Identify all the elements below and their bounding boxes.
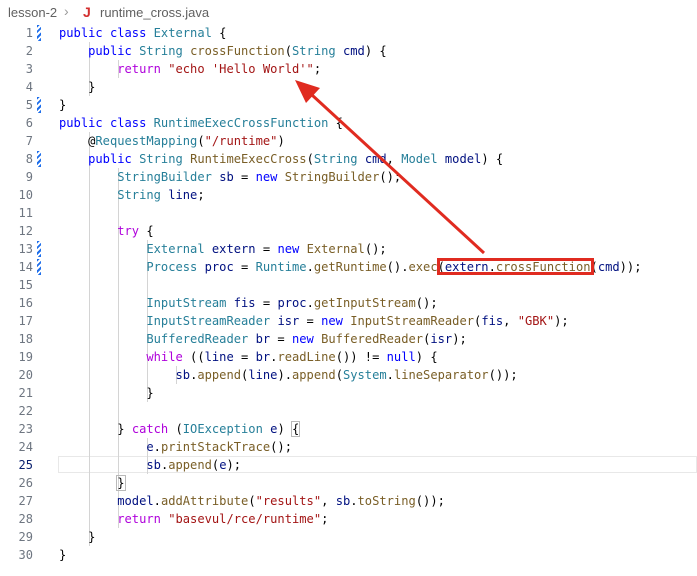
code-line[interactable]: 1 public class External { [0,24,697,42]
code-text: External extern = new External(); [146,242,387,256]
code-line[interactable]: 18 BufferedReader br = new BufferedReade… [0,330,697,348]
code-text: BufferedReader br = new BufferedReader(i… [146,332,467,346]
code-line[interactable]: 6 public class RuntimeExecCrossFunction { [0,114,697,132]
code-text: InputStreamReader isr = new InputStreamR… [146,314,569,328]
breadcrumb: lesson-2 › J runtime_cross.java [0,0,697,26]
code-line[interactable]: 13 External extern = new External(); [0,240,697,258]
code-text: InputStream fis = proc.getInputStream(); [146,296,438,310]
code-line[interactable]: 2 public String crossFunction(String cmd… [0,42,697,60]
line-number: 25 [18,458,33,472]
code-line[interactable]: 15 [0,276,697,294]
code-line[interactable]: 17 InputStreamReader isr = new InputStre… [0,312,697,330]
code-text: sb.append(line).append(System.lineSepara… [175,368,518,382]
code-line[interactable]: 29 } [0,528,697,546]
line-number: 1 [25,26,33,40]
line-number: 15 [18,278,33,292]
code-line[interactable]: 16 InputStream fis = proc.getInputStream… [0,294,697,312]
code-text: } [59,530,96,544]
code-line[interactable]: 23 } catch (IOException e) { [0,420,697,438]
code-text: return "echo 'Hello World'"; [117,62,322,76]
code-line[interactable]: 10 String line; [0,186,697,204]
code-text: return "basevul/rce/runtime"; [117,512,329,526]
code-text: e.printStackTrace(); [146,440,292,454]
code-line[interactable]: 12 try { [0,222,697,240]
code-text: try { [117,224,154,238]
code-line[interactable]: 28 return "basevul/rce/runtime"; [0,510,697,528]
code-line[interactable]: 4 } [0,78,697,96]
git-modified-marker[interactable] [37,25,41,41]
code-text: while ((line = br.readLine()) != null) { [146,350,438,364]
code-text: } [116,475,126,491]
line-number: 17 [18,314,33,328]
line-number: 26 [18,476,33,490]
code-text: } [59,80,96,94]
line-number: 13 [18,242,33,256]
red-highlight-box [437,258,594,275]
line-number: 23 [18,422,33,436]
code-text: } catch (IOException e) { [59,421,301,437]
code-line[interactable]: 25 sb.append(e); [0,456,697,474]
code-line[interactable]: 8 public String RuntimeExecCross(String … [0,150,697,168]
code-text: } [59,548,67,562]
line-number: 14 [18,260,33,274]
code-line[interactable]: 30} [0,546,697,564]
java-icon: J [83,4,91,20]
code-line[interactable]: 22 [0,402,697,420]
line-number: 21 [18,386,33,400]
code-line[interactable]: 21 } [0,384,697,402]
code-text: } [59,386,154,400]
code-line[interactable]: 11 [0,204,697,222]
code-line[interactable]: 5} [0,96,697,114]
line-number: 7 [25,134,33,148]
line-number: 22 [18,404,33,418]
code-editor[interactable]: 1 public class External { 2 public String … [0,24,697,576]
code-text: } [59,98,67,112]
line-number: 18 [18,332,33,346]
breadcrumb-folder[interactable]: lesson-2 [8,5,57,20]
breadcrumb-file[interactable]: runtime_cross.java [100,5,209,20]
line-number: 19 [18,350,33,364]
code-text: sb.append(e); [146,458,242,472]
line-number: 9 [25,170,33,184]
line-number: 6 [25,116,33,130]
code-line[interactable]: 3 return "echo 'Hello World'"; [0,60,697,78]
line-number: 24 [18,440,33,454]
code-line[interactable]: 24 e.printStackTrace(); [0,438,697,456]
code-text: StringBuilder sb = new StringBuilder(); [117,170,402,184]
code-text: model.addAttribute("results", sb.toStrin… [117,494,445,508]
line-number: 8 [25,152,33,166]
line-number: 20 [18,368,33,382]
git-modified-marker[interactable] [37,97,41,113]
git-modified-marker[interactable] [37,241,41,257]
line-number: 29 [18,530,33,544]
line-number: 10 [18,188,33,202]
code-line[interactable]: 19 while ((line = br.readLine()) != null… [0,348,697,366]
chevron-right-icon: › [64,3,69,19]
code-text: @RequestMapping("/runtime") [88,134,285,148]
git-modified-marker[interactable] [37,151,41,167]
code-text: public class External { [59,26,227,40]
code-text: public class RuntimeExecCrossFunction { [59,116,343,130]
line-number: 11 [18,206,33,220]
code-text: String line; [117,188,205,202]
code-text: public String RuntimeExecCross(String cm… [88,152,504,166]
line-number: 30 [18,548,33,562]
code-line[interactable]: 26 } [0,474,697,492]
code-line[interactable]: 20 sb.append(line).append(System.lineSep… [0,366,697,384]
line-number: 16 [18,296,33,310]
code-text: public String crossFunction(String cmd) … [88,44,387,58]
line-number: 2 [25,44,33,58]
line-number: 4 [25,80,33,94]
code-line[interactable]: 7 @RequestMapping("/runtime") [0,132,697,150]
line-number: 5 [25,98,33,112]
line-number: 12 [18,224,33,238]
line-number: 28 [18,512,33,526]
code-line[interactable]: 27 model.addAttribute("results", sb.toSt… [0,492,697,510]
line-number: 27 [18,494,33,508]
git-modified-marker[interactable] [37,259,41,275]
code-line[interactable]: 9 StringBuilder sb = new StringBuilder()… [0,168,697,186]
line-number: 3 [25,62,33,76]
